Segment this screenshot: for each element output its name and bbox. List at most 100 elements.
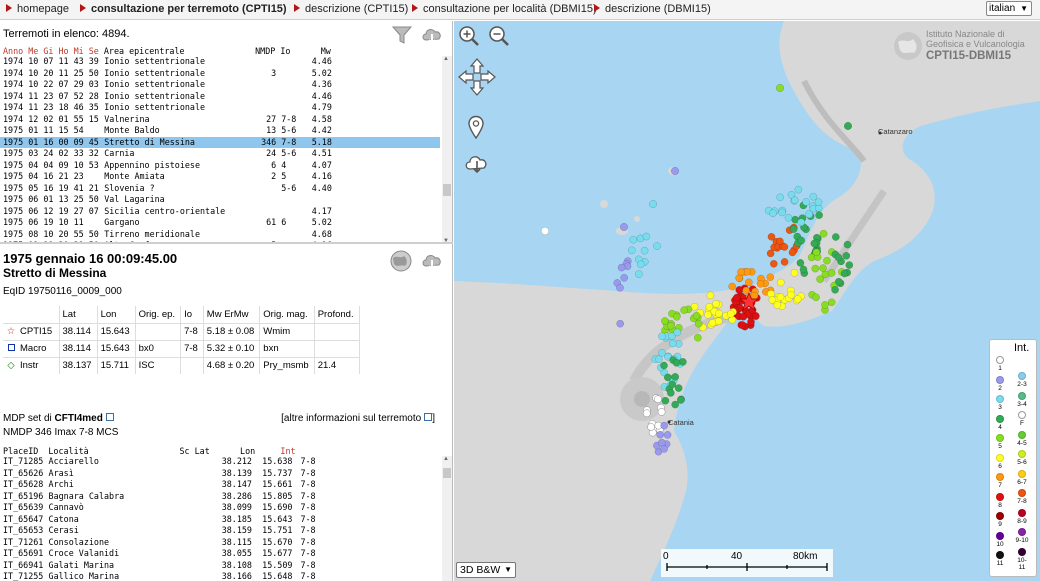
earthquake-row[interactable]: 1975 04 16 21 23 Monte Amiata 2 5 4.16 bbox=[0, 171, 440, 183]
zoom-in-icon[interactable] bbox=[458, 25, 480, 50]
location-pin-icon[interactable] bbox=[467, 115, 485, 142]
nav-descrizione-cpti15[interactable]: descrizione (CPTI15) bbox=[294, 3, 408, 15]
intensity-point[interactable] bbox=[811, 264, 820, 273]
scroll-up-icon[interactable]: ▲ bbox=[443, 56, 449, 62]
intensity-point[interactable] bbox=[655, 355, 663, 363]
intensity-point[interactable] bbox=[620, 273, 629, 282]
cloud-download-icon[interactable] bbox=[420, 249, 444, 273]
earthquake-row[interactable]: 1975 05 16 19 41 21 Slovenia ? 5-6 4.40 bbox=[0, 183, 440, 195]
intensity-point[interactable] bbox=[647, 423, 655, 431]
intensity-point[interactable] bbox=[810, 239, 819, 248]
mdp-set-link[interactable]: CFTI4med bbox=[55, 413, 103, 424]
intensity-point[interactable] bbox=[672, 312, 681, 321]
intensity-point[interactable] bbox=[766, 273, 775, 282]
intensity-point[interactable] bbox=[680, 306, 688, 314]
more-info-link[interactable]: [altre informazioni sul terremoto] bbox=[281, 413, 435, 424]
intensity-point[interactable] bbox=[668, 380, 677, 389]
earthquake-row[interactable]: 1975 03 24 02 33 32 Carnia 24 5-6 4.51 bbox=[0, 148, 440, 160]
earthquake-row[interactable]: 1974 10 07 11 43 39 Ionio settentrionale 4… bbox=[0, 56, 440, 68]
earthquake-row[interactable]: 1974 12 02 01 55 15 Valnerina 27 7-8 4.58 bbox=[0, 114, 440, 126]
earthquake-row[interactable]: 1975 09 11 20 31 50Alta Garfagnana54.16 bbox=[0, 240, 440, 242]
earthquake-row[interactable]: 1975 04 04 09 10 53 Appennino pistoiese 6 4… bbox=[0, 160, 440, 172]
intensity-point[interactable] bbox=[831, 285, 839, 294]
intensity-point[interactable] bbox=[790, 269, 799, 277]
intensity-point[interactable] bbox=[670, 166, 680, 176]
intensity-point[interactable] bbox=[840, 269, 849, 278]
intensity-point[interactable] bbox=[627, 246, 636, 255]
intensity-point[interactable] bbox=[726, 310, 735, 318]
intensity-point[interactable] bbox=[776, 278, 785, 287]
globe-icon[interactable] bbox=[388, 249, 412, 273]
intensity-point[interactable] bbox=[812, 248, 821, 257]
intensity-point[interactable] bbox=[663, 431, 672, 439]
intensity-point[interactable] bbox=[790, 196, 799, 205]
scroll-down-icon[interactable]: ▼ bbox=[443, 238, 449, 242]
intensity-point[interactable] bbox=[750, 291, 759, 300]
external-link-icon[interactable] bbox=[105, 413, 114, 421]
intensity-point[interactable] bbox=[787, 290, 796, 299]
intensity-point[interactable] bbox=[629, 235, 638, 244]
intensity-point[interactable] bbox=[793, 295, 802, 303]
place-row[interactable]: IT_71285 Acciarello 38.212 15.638 7-8 bbox=[3, 456, 322, 468]
intensity-point[interactable] bbox=[666, 321, 675, 330]
earthquake-row[interactable]: 1975 01 16 00 09 45 Stretto di Messina 346… bbox=[0, 136, 440, 148]
place-row[interactable]: IT_65196 Bagnara Calabra 38.286 15.805 7-8 bbox=[3, 491, 322, 503]
intensity-point[interactable] bbox=[619, 222, 629, 232]
intensity-point[interactable] bbox=[661, 317, 669, 325]
intensity-point[interactable] bbox=[679, 358, 687, 366]
intensity-point[interactable] bbox=[796, 259, 805, 267]
pan-arrows-icon[interactable] bbox=[457, 57, 497, 100]
intensity-point[interactable] bbox=[776, 193, 785, 202]
intensity-point[interactable] bbox=[815, 211, 823, 220]
place-row[interactable]: IT_65691 Croce Valanidi 38.055 15.677 7-8 bbox=[3, 548, 322, 560]
intensity-point[interactable] bbox=[767, 232, 776, 241]
earthquake-row[interactable]: 1975 01 11 15 54 Monte Baldo 13 5-6 4.42 bbox=[0, 125, 440, 137]
place-row[interactable]: IT_66941 Galati Marina 38.108 15.509 7-8 bbox=[3, 560, 322, 572]
scrollbar-thumb[interactable] bbox=[443, 468, 451, 478]
intensity-point[interactable] bbox=[737, 268, 745, 276]
intensity-point[interactable] bbox=[834, 277, 843, 286]
intensity-point[interactable] bbox=[797, 218, 806, 227]
intensity-point[interactable] bbox=[674, 384, 683, 392]
intensity-point[interactable] bbox=[666, 389, 675, 397]
intensity-point[interactable] bbox=[768, 296, 777, 304]
intensity-point[interactable] bbox=[769, 259, 778, 268]
intensity-point[interactable] bbox=[735, 286, 744, 294]
earthquake-row[interactable]: 1974 11 23 07 52 28 Ionio settentrionale 4… bbox=[0, 91, 440, 103]
earthquake-row[interactable]: 1974 10 22 07 29 03 Ionio settentrionale 4… bbox=[0, 79, 440, 91]
place-row[interactable]: IT_65647 Catona 38.185 15.643 7-8 bbox=[3, 514, 322, 526]
intensity-point[interactable] bbox=[692, 311, 701, 320]
intensity-point[interactable] bbox=[712, 299, 720, 308]
intensity-point[interactable] bbox=[673, 328, 682, 337]
intensity-point[interactable] bbox=[780, 243, 789, 251]
intensity-point[interactable] bbox=[660, 445, 668, 453]
intensity-point[interactable] bbox=[747, 318, 755, 326]
scroll-up-icon[interactable]: ▲ bbox=[443, 456, 449, 462]
intensity-point[interactable] bbox=[694, 319, 703, 328]
map-view[interactable]: Catanzaro Catania Istituto Nazionale di G… bbox=[454, 21, 1040, 581]
intensity-point[interactable] bbox=[821, 301, 829, 309]
intensity-point[interactable] bbox=[540, 226, 550, 236]
intensity-point[interactable] bbox=[704, 310, 712, 319]
place-row[interactable]: IT_71255 Gallico Marina 38.166 15.648 7-8 bbox=[3, 571, 322, 581]
intensity-point[interactable] bbox=[657, 408, 666, 416]
filter-icon[interactable] bbox=[390, 23, 414, 47]
intensity-point[interactable] bbox=[776, 293, 785, 301]
language-select[interactable]: italian ▼ bbox=[986, 1, 1032, 16]
intensity-point[interactable] bbox=[823, 256, 831, 265]
intensity-point[interactable] bbox=[706, 291, 715, 300]
intensity-point[interactable] bbox=[827, 298, 836, 307]
intensity-point[interactable] bbox=[642, 409, 651, 418]
intensity-point[interactable] bbox=[616, 319, 625, 328]
places-scrollbar[interactable]: ▲ bbox=[442, 456, 452, 581]
earthquake-row[interactable]: 1975 08 10 20 55 50 Tirreno meridionale 4.… bbox=[0, 229, 440, 241]
intensity-point[interactable] bbox=[663, 373, 672, 382]
intensity-point[interactable] bbox=[831, 233, 840, 241]
intensity-point[interactable] bbox=[778, 208, 786, 217]
intensity-point[interactable] bbox=[756, 279, 765, 288]
intensity-point[interactable] bbox=[775, 83, 785, 93]
intensity-point[interactable] bbox=[715, 309, 723, 318]
place-row[interactable]: IT_71261 Consolazione 38.115 15.670 7-8 bbox=[3, 537, 322, 549]
intensity-point[interactable] bbox=[744, 278, 753, 287]
intensity-point[interactable] bbox=[714, 317, 723, 326]
